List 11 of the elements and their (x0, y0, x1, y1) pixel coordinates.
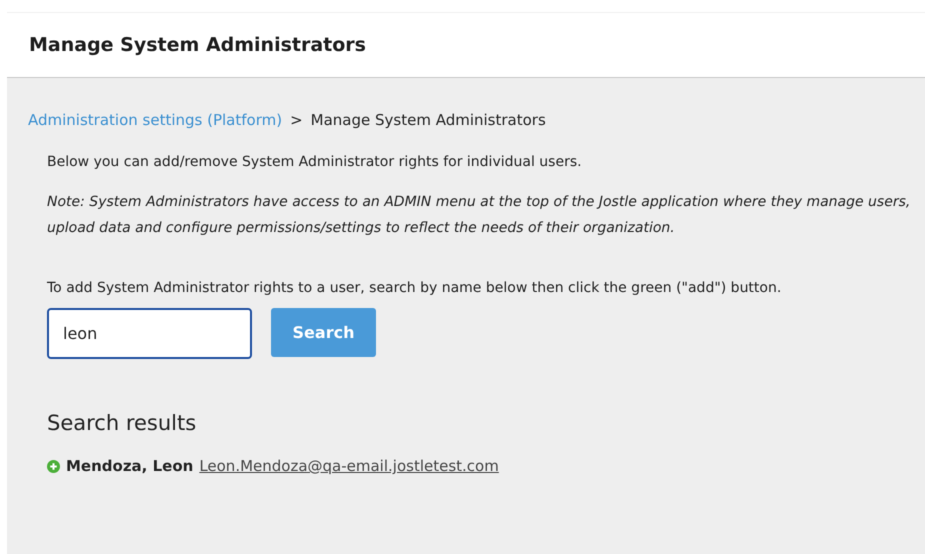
search-field[interactable]: leon (47, 308, 252, 359)
user-email-link[interactable]: Leon.Mendoza@qa-email.jostletest.com (199, 457, 499, 475)
note-text: Note: System Administrators have access to an ADMIN menu at the top of the Jostle application where they manage users, upload data and configure permissions/settings to reflect the needs of their organization. (47, 193, 912, 238)
user-name: Mendoza, Leon (66, 457, 194, 475)
results-heading: Search results (47, 411, 198, 435)
instruction-text: To add System Administrator rights to a user, search by name below then click the green ("add") button. (47, 279, 782, 298)
page-title: Manage System Administrators (29, 34, 366, 56)
add-icon[interactable] (47, 460, 60, 472)
intro-text: Below you can add/remove System Administrator rights for individual users. (47, 153, 583, 172)
breadcrumb-separator: > (290, 111, 303, 129)
breadcrumb-current: Manage System Administrators (310, 111, 546, 129)
